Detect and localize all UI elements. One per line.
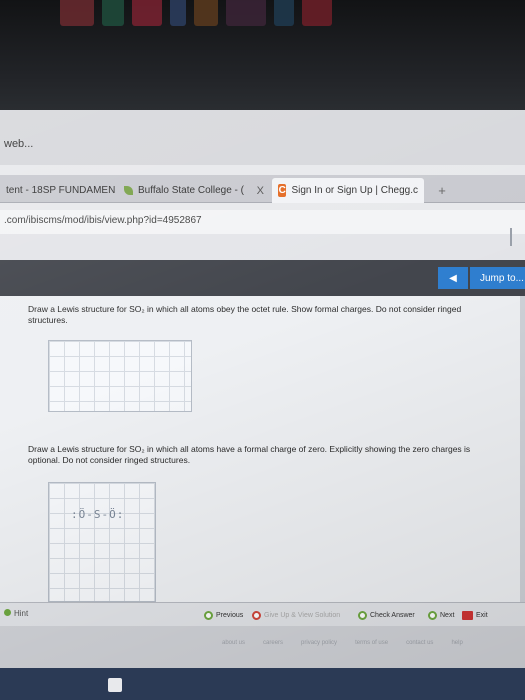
previous-label: Previous [216, 611, 244, 619]
previous-arrow-button[interactable]: ◀ [438, 267, 468, 289]
window-title: web... [4, 138, 34, 150]
footer-link[interactable]: terms of use [355, 640, 388, 646]
chegg-icon: C [278, 184, 287, 197]
drawing-canvas-2[interactable]: :Ö-S-Ö: [48, 482, 156, 602]
give-up-icon [252, 610, 261, 620]
give-up-label: Give Up & View Solution [264, 611, 341, 619]
question-1-text: Draw a Lewis structure for SO₂ in which … [28, 304, 462, 325]
check-answer-button[interactable]: Check Answer [358, 608, 415, 622]
footer-link[interactable]: careers [263, 640, 283, 646]
jump-to-button[interactable]: Jump to... [470, 267, 525, 289]
close-icon[interactable]: X [257, 185, 264, 197]
leaf-icon [124, 186, 133, 195]
calculator-icon[interactable] [108, 678, 122, 692]
answer-toolbar: Hint Previous Give Up & View Solution Ch… [0, 602, 525, 626]
drawing-canvas-1[interactable] [48, 340, 192, 412]
footer-link[interactable]: contact us [406, 640, 433, 646]
question-2-text: Draw a Lewis structure for SO₂ in which … [28, 444, 471, 465]
exit-label: Exit [476, 611, 488, 619]
check-icon [358, 610, 367, 620]
question-navigation-bar: ◀ Jump to... [0, 260, 525, 296]
resize-handle[interactable] [510, 228, 520, 246]
new-tab-button[interactable]: + [428, 178, 456, 203]
previous-icon [204, 610, 213, 620]
next-icon [428, 610, 437, 620]
address-bar[interactable]: .com/ibiscms/mod/ibis/view.php?id=495286… [0, 210, 525, 234]
tab-course[interactable]: tent - 18SP FUNDAMEN [0, 178, 118, 203]
question-content: Draw a Lewis structure for SO₂ in which … [0, 296, 525, 626]
tab-label: Buffalo State College - ( [138, 185, 244, 196]
os-taskbar [0, 668, 525, 700]
footer-link[interactable]: help [451, 640, 462, 646]
photo-top-bezel [0, 0, 525, 110]
footer-links: about us careers privacy policy terms of… [222, 640, 463, 646]
vertical-scrollbar[interactable] [520, 296, 525, 626]
footer-link[interactable]: about us [222, 640, 245, 646]
check-answer-label: Check Answer [370, 611, 415, 619]
browser-tab-strip: tent - 18SP FUNDAMEN Buffalo State Colle… [0, 175, 525, 203]
hint-button[interactable]: Hint [4, 609, 28, 618]
exit-button[interactable]: Exit [462, 608, 488, 622]
window-title-bar: web... [0, 110, 525, 165]
footer-link[interactable]: privacy policy [301, 640, 337, 646]
tab-label: tent - 18SP FUNDAMEN [6, 185, 116, 196]
url-text: .com/ibiscms/mod/ibis/view.php?id=495286… [4, 215, 202, 226]
give-up-button[interactable]: Give Up & View Solution [252, 608, 340, 622]
so2-sketch: :Ö-S-Ö: [71, 508, 125, 521]
previous-button[interactable]: Previous [204, 608, 243, 622]
tab-chegg[interactable]: C Sign In or Sign Up | Chegg.c [272, 178, 424, 203]
hint-label: Hint [14, 609, 29, 618]
monitor-screen: web... tent - 18SP FUNDAMEN Buffalo Stat… [0, 110, 525, 700]
exit-icon [462, 610, 473, 620]
tab-buffalo-state[interactable]: Buffalo State College - ( X [118, 178, 270, 203]
background-reflection [60, 0, 390, 26]
next-button[interactable]: Next [428, 608, 454, 622]
hint-icon [4, 609, 11, 616]
tab-label: Sign In or Sign Up | Chegg.c [291, 185, 418, 196]
next-label: Next [440, 611, 455, 619]
